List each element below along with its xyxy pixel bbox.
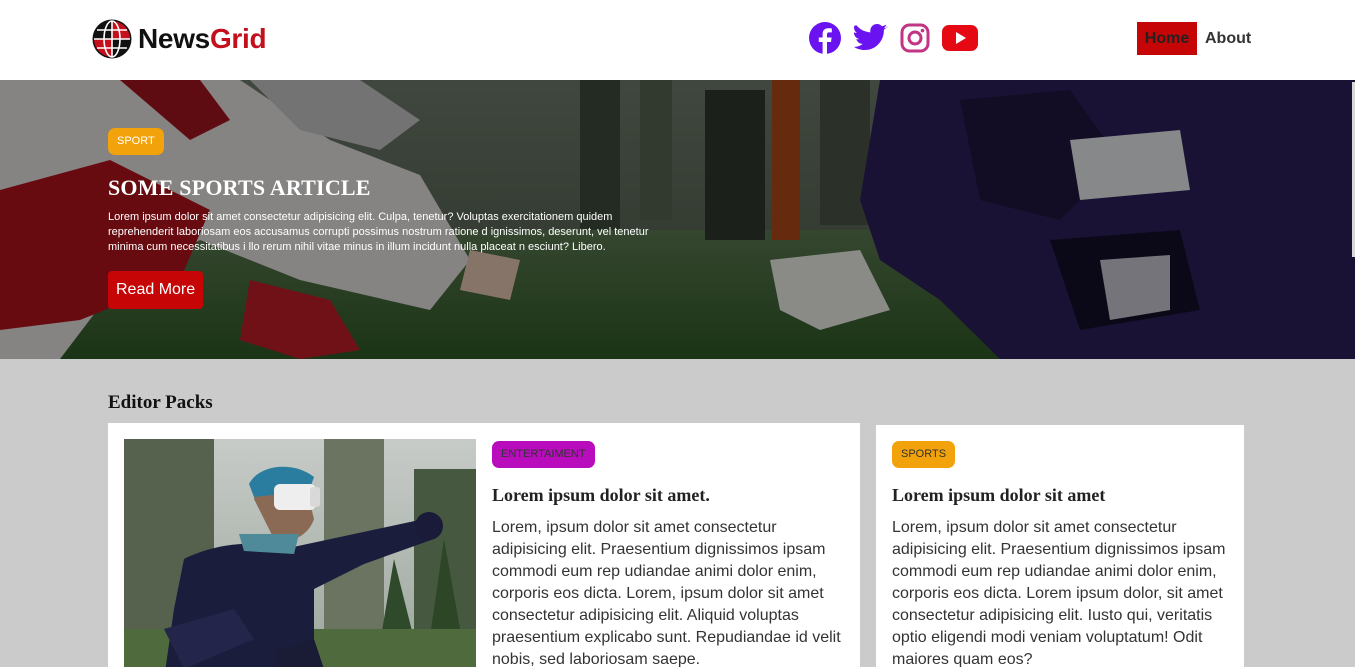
youtube-icon[interactable]: [942, 24, 978, 52]
editor-card-entertainment[interactable]: ENTERTAIMENT Lorem ipsum dolor sit amet.…: [108, 423, 860, 667]
card-title[interactable]: Lorem ipsum dolor sit amet.: [492, 485, 848, 506]
read-more-button[interactable]: Read More: [108, 271, 204, 309]
card-text: Lorem, ipsum dolor sit amet consectetur …: [492, 519, 841, 667]
card-image[interactable]: [124, 439, 476, 667]
nav-home-link[interactable]: Home: [1137, 22, 1197, 55]
card-text: Lorem, ipsum dolor sit amet consectetur …: [892, 519, 1226, 667]
hero-category-tag[interactable]: SPORT: [108, 128, 164, 155]
social-links: [808, 20, 978, 56]
navbar: NewsGrid Home About: [0, 0, 1355, 80]
globe-icon: [92, 19, 132, 59]
sports-tag[interactable]: SPORTS: [892, 441, 956, 468]
card-title[interactable]: Lorem ipsum dolor sit amet: [892, 485, 1232, 506]
entertainment-tag[interactable]: ENTERTAIMENT: [492, 441, 595, 468]
editor-card-sports[interactable]: SPORTS Lorem ipsum dolor sit amet Lorem,…: [876, 425, 1244, 667]
hero-title: SOME SPORTS ARTICLE: [108, 175, 371, 200]
site-logo[interactable]: NewsGrid: [91, 17, 267, 61]
instagram-icon[interactable]: [900, 23, 930, 53]
logo-text-news: News: [138, 23, 210, 54]
nav-about-link[interactable]: About: [1205, 22, 1251, 55]
hero-banner: SPORT SOME SPORTS ARTICLE Lorem ipsum do…: [0, 80, 1355, 359]
vr-person-image: [124, 439, 476, 667]
main-nav: Home About: [1137, 22, 1251, 55]
hero-content: SPORT SOME SPORTS ARTICLE Lorem ipsum do…: [108, 128, 668, 309]
twitter-icon[interactable]: [854, 23, 888, 53]
card-body: ENTERTAIMENT Lorem ipsum dolor sit amet.…: [492, 441, 848, 667]
editor-packs-heading: Editor Packs: [108, 392, 213, 413]
logo-text: NewsGrid: [138, 23, 267, 55]
logo-text-grid: Grid: [209, 23, 267, 54]
card-body: SPORTS Lorem ipsum dolor sit amet Lorem,…: [892, 441, 1232, 667]
hero-description: Lorem ipsum dolor sit amet consectetur a…: [108, 211, 649, 253]
facebook-icon[interactable]: [808, 21, 842, 55]
